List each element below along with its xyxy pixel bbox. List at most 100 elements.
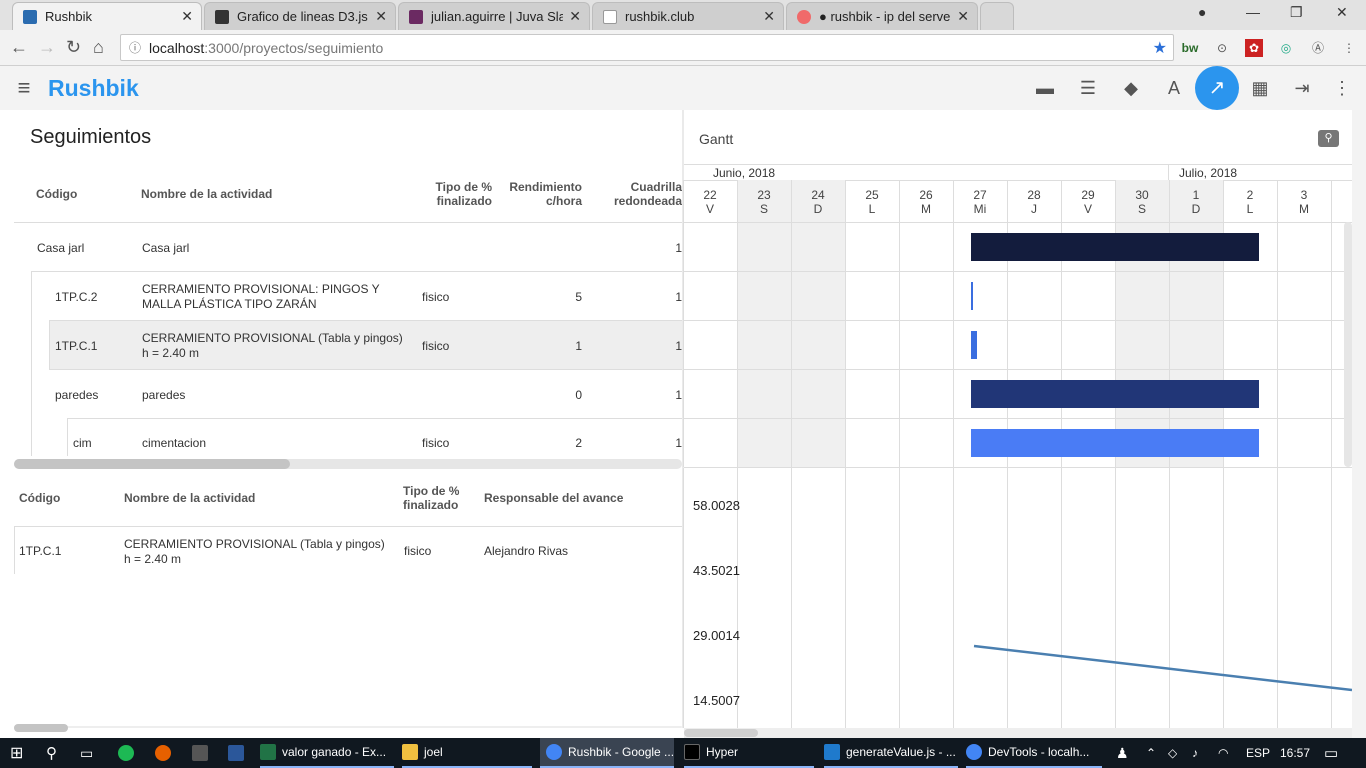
tab-asana[interactable]: ● rushbik - ip del server ✕ — [786, 2, 978, 30]
row-name: CERRAMIENTO PROVISIONAL (Tabla y pingos)… — [142, 331, 403, 360]
brand-logo[interactable]: Rushbik — [48, 75, 139, 102]
taskbar-item-devtools[interactable]: DevTools - localh... — [966, 738, 1102, 768]
close-icon[interactable]: ✕ — [375, 8, 387, 25]
page-favicon-icon — [603, 9, 617, 24]
home-icon[interactable]: ⌂ — [93, 37, 104, 58]
forward-icon[interactable]: → — [38, 37, 56, 58]
row-performance: 2 — [575, 436, 582, 450]
gantt-vertical-scrollbar[interactable] — [1344, 222, 1352, 467]
task-view-icon[interactable]: ▭ — [80, 738, 93, 768]
language-indicator[interactable]: ESP — [1246, 738, 1270, 768]
header-crew: Cuadrilla redondeada — [613, 180, 682, 208]
row-name: paredes — [142, 388, 186, 402]
row-name: cimentacion — [142, 436, 207, 450]
taskbar-item-vscode[interactable]: generateValue.js - ... — [824, 738, 958, 768]
gantt-bar-casa-jarl[interactable] — [971, 233, 1259, 261]
extension-bw-icon[interactable]: bw — [1181, 39, 1199, 57]
tracking-trend-icon[interactable]: ↗ — [1195, 66, 1239, 110]
search-icon[interactable]: ⚲ — [1318, 130, 1339, 147]
projects-icon[interactable]: ▬ — [1033, 76, 1057, 100]
gantt-bar-paredes[interactable] — [971, 380, 1259, 408]
gantt-bar-1tp-c-2[interactable] — [971, 282, 973, 310]
spotify-icon[interactable] — [118, 738, 140, 768]
close-icon[interactable]: ✕ — [763, 8, 775, 25]
month-label-june: Junio, 2018 — [713, 166, 776, 180]
day-label: 2L — [1246, 188, 1254, 216]
windows-start-icon[interactable]: ⊞ — [10, 738, 23, 768]
tab-title: julian.aguirre | Juva Slack — [431, 9, 563, 24]
profile-icon[interactable]: ● — [1198, 4, 1206, 20]
row-code: Casa jarl — [37, 241, 85, 255]
chart-horizontal-scrollbar-thumb[interactable] — [684, 729, 758, 737]
table-row[interactable]: cim cimentacion fisico 2 1 — [68, 419, 682, 456]
dropbox-icon[interactable]: ◇ — [1168, 738, 1177, 768]
tab-rushbik-club[interactable]: rushbik.club ✕ — [592, 2, 784, 30]
calculator-icon[interactable] — [192, 738, 214, 768]
page-scrollbar[interactable] — [1352, 110, 1366, 738]
search-icon[interactable]: ⚲ — [46, 738, 57, 768]
volume-icon[interactable]: ♪ — [1192, 738, 1198, 768]
info-icon[interactable]: ⓘ — [129, 39, 141, 56]
extension-code-icon[interactable]: ⊙ — [1213, 39, 1231, 57]
taskbar-item-folder[interactable]: joel — [402, 738, 532, 768]
gantt-day-column — [1277, 180, 1331, 467]
month-separator — [1168, 164, 1169, 180]
minimize-icon[interactable]: — — [1246, 4, 1260, 20]
maximize-icon[interactable]: ❐ — [1290, 4, 1303, 21]
taskbar-item-hyper[interactable]: Hyper — [684, 738, 814, 768]
window-close-icon[interactable]: ✕ — [1336, 4, 1348, 21]
gantt-row-line — [684, 369, 1352, 370]
spellcheck-icon[interactable]: A — [1162, 76, 1186, 100]
table-row[interactable]: paredes paredes 0 1 — [32, 370, 682, 418]
dashboard-icon[interactable]: ▦ — [1248, 76, 1272, 100]
taskbar-item-excel[interactable]: valor ganado - Ex... — [260, 738, 394, 768]
extension-red-icon[interactable]: ✿ — [1245, 39, 1263, 57]
table-row[interactable]: 1TP.C.2 CERRAMIENTO PROVISIONAL: PINGOS … — [32, 272, 682, 320]
tab-title: ● rushbik - ip del server — [819, 9, 952, 24]
header-performance: Rendimiento c/hora — [509, 180, 582, 208]
more-vert-icon[interactable]: ⋮ — [1330, 76, 1354, 100]
word-icon[interactable] — [228, 738, 250, 768]
tab-rushbik[interactable]: Rushbik ✕ — [12, 2, 202, 30]
notifications-icon[interactable]: ▭ — [1324, 738, 1338, 768]
extension-a-icon[interactable]: Ⓐ — [1309, 39, 1327, 57]
directions-icon[interactable]: ◆ — [1119, 76, 1143, 100]
bookmark-star-icon[interactable]: ★ — [1153, 38, 1167, 58]
url-host: localhost — [149, 39, 205, 56]
chart-horizontal-scrollbar[interactable] — [684, 728, 1352, 738]
network-icon[interactable]: ◠ — [1218, 738, 1228, 768]
chrome-menu-icon[interactable]: ⋮ — [1340, 39, 1358, 57]
gantt-bar-cimentacion[interactable] — [971, 429, 1259, 457]
back-icon[interactable]: ← — [10, 37, 28, 58]
table-row[interactable]: Casa jarl Casa jarl 1 — [14, 223, 682, 271]
logout-icon[interactable]: ⇥ — [1290, 76, 1314, 100]
address-bar[interactable]: ⓘ localhost:3000/proyectos/seguimiento ★ — [120, 34, 1174, 61]
people-icon[interactable]: ♟ — [1116, 738, 1129, 768]
taskbar-item-chrome-active[interactable]: Rushbik - Google ... — [540, 738, 674, 768]
firefox-icon[interactable] — [155, 738, 177, 768]
detail-table-row[interactable]: 1TP.C.1 CERRAMIENTO PROVISIONAL (Tabla y… — [15, 527, 682, 575]
detail-scrollbar-thumb[interactable] — [14, 724, 68, 732]
hamburger-menu-icon[interactable]: ≡ — [12, 76, 36, 100]
row-crew: 1 — [675, 436, 682, 450]
budget-table-icon[interactable]: ☰ — [1076, 76, 1100, 100]
day-label: 1D — [1191, 188, 1201, 216]
close-icon[interactable]: ✕ — [569, 8, 581, 25]
show-hidden-icons-icon[interactable]: ⌃ — [1146, 738, 1156, 768]
close-icon[interactable]: ✕ — [181, 8, 193, 25]
horizontal-scrollbar-thumb[interactable] — [14, 459, 290, 469]
asana-favicon-icon — [797, 9, 811, 24]
close-icon[interactable]: ✕ — [957, 8, 969, 25]
windows-taskbar: ⊞ ⚲ ▭ valor ganado - Ex... joel Rushbik … — [0, 738, 1366, 768]
detail-scrollbar-track[interactable] — [14, 726, 682, 728]
reload-icon[interactable]: ↻ — [66, 37, 81, 58]
table-row-selected[interactable]: 1TP.C.1 CERRAMIENTO PROVISIONAL (Tabla y… — [50, 321, 682, 369]
extension-green-icon[interactable]: ◎ — [1277, 39, 1295, 57]
new-tab-button[interactable] — [980, 2, 1014, 30]
row-performance: 5 — [575, 290, 582, 304]
clock[interactable]: 16:57 — [1280, 738, 1310, 768]
tab-grafico-d3[interactable]: Grafico de lineas D3.js ✕ — [204, 2, 396, 30]
row-crew: 1 — [675, 290, 682, 304]
tab-slack[interactable]: julian.aguirre | Juva Slack ✕ — [398, 2, 590, 30]
gantt-bar-1tp-c-1[interactable] — [971, 331, 977, 359]
